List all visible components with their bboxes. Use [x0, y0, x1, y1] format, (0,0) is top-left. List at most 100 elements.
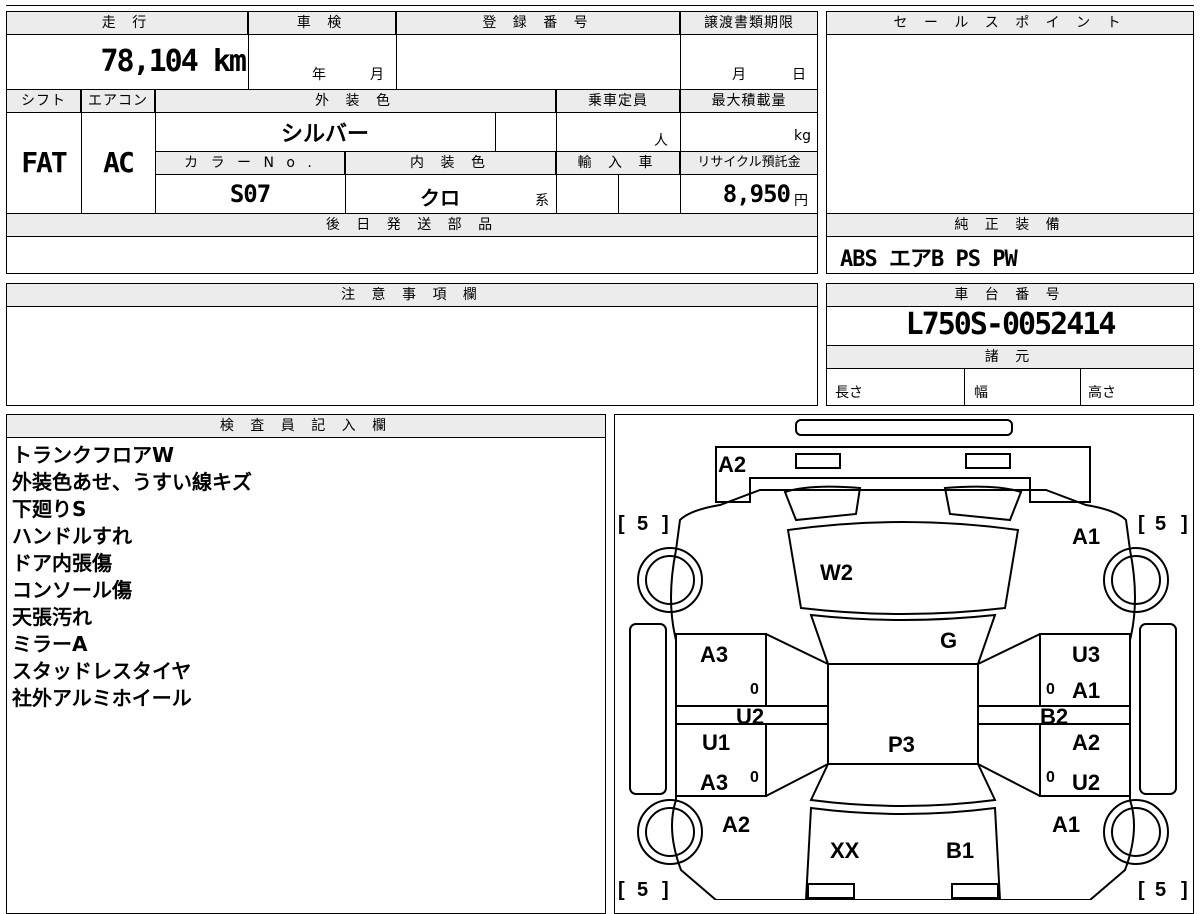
ac-header: エアコン	[81, 89, 155, 113]
shaken-header: 車 検	[248, 11, 396, 35]
import-header: 輸 入 車	[556, 151, 680, 175]
mark-hood-left: XX	[830, 838, 860, 863]
shaken-year: 年	[312, 67, 326, 83]
width-label: 幅	[974, 385, 988, 401]
capacity-unit: 人	[654, 133, 668, 149]
inspector-note: トランクフロアW	[12, 443, 175, 467]
svg-text:[: [	[618, 879, 625, 900]
height-label: 高さ	[1088, 385, 1116, 401]
tire-rating-rear-right: 5	[1155, 513, 1166, 535]
interior-color-value: クロ	[420, 186, 460, 210]
capacity-header: 乗車定員	[556, 89, 680, 113]
max-load-header: 最大積載量	[680, 89, 818, 113]
mark-rear-window: W2	[820, 560, 853, 585]
shaken-month: 月	[370, 67, 384, 83]
mark-roof: G	[940, 628, 957, 653]
shift-header: シフト	[6, 89, 81, 113]
roof	[809, 613, 997, 665]
tire-rating-rear-left: 5	[637, 513, 648, 535]
exterior-color-header: 外 装 色	[155, 89, 556, 113]
later-parts-header: 後 日 発 送 部 品	[6, 213, 818, 237]
transfer-day: 日	[792, 67, 806, 83]
car-condition-diagram: [ 5 ] [ 5 ] [ 5 ] [ 5 ] A2 W2 A1 G A3 U3…	[618, 419, 1188, 900]
top-clipped-row	[6, 0, 1194, 6]
inspector-note: 社外アルミホイール	[12, 686, 192, 710]
inspector-header: 検 査 員 記 入 欄	[6, 414, 606, 438]
color-no-header: カ ラ ー N o .	[155, 151, 345, 175]
factory-equip-header: 純 正 装 備	[826, 213, 1194, 237]
mark-front-left-door: U1	[702, 730, 730, 755]
inspector-note: 下廻りS	[12, 497, 87, 521]
transfer-month: 月	[732, 67, 746, 83]
tire-rating-front-right: 5	[1155, 879, 1166, 900]
svg-text:[: [	[1138, 879, 1145, 900]
recycle-value: 8,950	[722, 180, 791, 208]
sales-point-header: セ ー ル ス ポ イ ン ト	[826, 11, 1194, 35]
inspector-note: 天張汚れ	[12, 605, 92, 629]
rear-bumper	[795, 419, 1013, 436]
mark-front-right-door: A2	[1072, 730, 1100, 755]
mark-hood-right: B1	[946, 838, 974, 863]
inspector-note: ハンドルすれ	[12, 524, 132, 548]
exterior-color-value: シルバー	[280, 122, 369, 147]
mark-front-left-fender: A2	[722, 812, 750, 837]
left-side-strip	[629, 623, 667, 795]
body-outline	[670, 489, 1136, 900]
tail-light-left	[795, 453, 841, 469]
mark-front-right-fender: A1	[1052, 812, 1080, 837]
zero-mark: 0	[750, 769, 759, 786]
length-label: 長さ	[835, 385, 863, 401]
chassis-header: 車 台 番 号	[826, 283, 1194, 307]
zero-mark: 0	[1046, 681, 1055, 698]
recycle-header: リサイクル預託金	[680, 151, 818, 175]
mark-rear-right-door: U3	[1072, 642, 1100, 667]
zero-mark: 0	[1046, 769, 1055, 786]
color-no-value: S07	[229, 180, 271, 208]
registration-header: 登 録 番 号	[396, 11, 680, 35]
mark-trunk: A2	[718, 452, 746, 477]
transfer-deadline-header: 譲渡書類期限	[680, 11, 818, 35]
mark-rear-right-quarter: A1	[1072, 524, 1100, 549]
mark-rear-left-door: A3	[700, 642, 728, 667]
mark-seats: P3	[888, 732, 915, 757]
windshield	[809, 763, 997, 807]
max-load-unit: kg	[794, 128, 811, 144]
rear-right-wheel	[1103, 547, 1169, 613]
svg-text:]: ]	[662, 879, 669, 900]
interior-color-suffix: 系	[535, 193, 549, 209]
mark-right-sill: B2	[1040, 704, 1068, 729]
shift-value: FAT	[21, 146, 68, 179]
recycle-unit: 円	[794, 193, 808, 209]
svg-text:]: ]	[662, 513, 669, 535]
mark-front-left-door-2: A3	[700, 770, 728, 795]
svg-text:[: [	[618, 513, 625, 535]
interior-color-header: 内 装 色	[345, 151, 556, 175]
mark-front-right-door-2: U2	[1072, 770, 1100, 795]
svg-text:[: [	[1138, 513, 1145, 535]
mileage-value: 78,104 km	[100, 44, 247, 79]
svg-text:]: ]	[1181, 513, 1188, 535]
notes-header: 注 意 事 項 欄	[6, 283, 818, 307]
trunk-outline	[715, 446, 1091, 503]
ac-value: AC	[103, 146, 135, 179]
mark-left-sill: U2	[736, 704, 764, 729]
tire-rating-front-left: 5	[637, 879, 648, 900]
factory-equip-value: ABS エアB PS PW	[840, 247, 1018, 272]
rear-left-wheel	[637, 547, 703, 613]
svg-text:]: ]	[1181, 879, 1188, 900]
inspector-note: 外装色あせ、うすい線キズ	[12, 470, 252, 494]
inspector-note: ドア内張傷	[12, 551, 112, 575]
inspector-note: スタッドレスタイヤ	[12, 659, 192, 683]
front-left-wheel	[637, 799, 703, 865]
mark-rear-right-door-2: A1	[1072, 678, 1100, 703]
inspector-note: コンソール傷	[12, 578, 132, 602]
mileage-header: 走 行	[6, 11, 248, 35]
zero-mark: 0	[750, 681, 759, 698]
right-side-strip	[1139, 623, 1177, 795]
specs-header: 諸 元	[826, 345, 1194, 369]
chassis-number: L750S-0052414	[905, 307, 1117, 342]
inspector-note: ミラーA	[12, 632, 88, 656]
tail-light-right	[965, 453, 1011, 469]
front-right-wheel	[1103, 799, 1169, 865]
inspector-notes: トランクフロアW 外装色あせ、うすい線キズ 下廻りS ハンドルすれ ドア内張傷 …	[12, 442, 252, 712]
